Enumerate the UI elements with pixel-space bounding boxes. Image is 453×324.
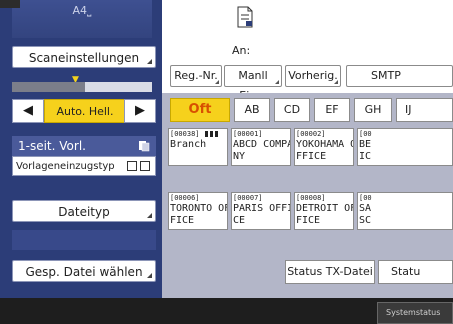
- tab-cd[interactable]: CD: [274, 98, 310, 122]
- empty-slot: [12, 230, 156, 250]
- auto-density-button[interactable]: Auto. Hell.: [44, 99, 126, 123]
- destination-name-line1: BE: [359, 139, 372, 150]
- scan-settings-label: Scaneinstellungen: [28, 51, 140, 65]
- system-status-label: Systemstatus: [386, 308, 441, 317]
- destination-number: [00006]: [170, 194, 200, 202]
- tab-smtp-label: SMTP: [371, 69, 401, 82]
- destination-key[interactable]: [00001] ABCD COMPA NY: [231, 128, 291, 166]
- destination-name-line1: ABCD COMPA: [233, 139, 291, 150]
- darker-button[interactable]: ▶: [124, 99, 156, 123]
- destination-name-line1: TORONTO OF: [170, 203, 228, 214]
- scan-settings-panel: A4⎵ Scaneinstellungen ▼ ◀ Auto. Hell. ▶ …: [0, 0, 162, 298]
- tab-reg-no-label: Reg.-Nr.: [174, 69, 218, 82]
- tab-ef-label: EF: [325, 103, 339, 116]
- destination-name-line2: IC: [359, 151, 372, 162]
- status-label: Statu: [391, 265, 421, 278]
- tab-ab[interactable]: AB: [234, 98, 270, 122]
- tab-ab-label: AB: [244, 103, 260, 116]
- destination-number: [00008]: [296, 194, 326, 202]
- to-label: An:: [232, 44, 251, 57]
- tab-cd-label: CD: [283, 103, 301, 116]
- paper-size-label: A4⎵: [12, 0, 152, 38]
- destination-name-line2: NY: [233, 151, 246, 162]
- destination-header: An:: [162, 0, 453, 60]
- document-icon: [237, 6, 253, 28]
- feed-icon-1: [127, 161, 137, 171]
- density-level-fill: [12, 82, 85, 92]
- auto-density-label: Auto. Hell.: [56, 105, 114, 118]
- destination-number: [00001]: [233, 130, 263, 138]
- system-status-button[interactable]: Systemstatus: [377, 302, 453, 324]
- tab-previous[interactable]: Vorherig.: [285, 65, 341, 87]
- original-settings-block[interactable]: 1-seit. Vorl. Vorlageneinzugstyp: [12, 136, 156, 176]
- destination-key[interactable]: [00038] Branch: [168, 128, 228, 166]
- corner-triangle-icon: [147, 213, 152, 218]
- tab-smtp[interactable]: SMTP: [346, 65, 453, 87]
- tab-manual-entry[interactable]: Manll Eing.: [224, 65, 282, 102]
- tab-ef[interactable]: EF: [314, 98, 350, 122]
- destination-key[interactable]: [00002] YOKOHAMA O FFICE: [294, 128, 354, 166]
- destination-number: [00038]: [170, 130, 200, 138]
- feed-icon-2: [140, 161, 150, 171]
- corner-triangle-icon: [147, 273, 152, 278]
- destination-name-line2: FICE: [170, 215, 195, 226]
- density-bar: [12, 82, 152, 92]
- destination-name-line2: CE: [233, 215, 246, 226]
- tab-ij-label: IJ: [405, 103, 412, 116]
- destination-key[interactable]: [00 BE IC: [357, 128, 453, 166]
- destination-name-line1: Branch: [170, 139, 207, 150]
- tab-reg-no[interactable]: Reg.-Nr.: [170, 65, 222, 87]
- scan-settings-button[interactable]: Scaneinstellungen: [12, 46, 156, 68]
- destination-number: [00002]: [296, 130, 326, 138]
- corner-triangle-icon: [275, 80, 279, 84]
- destination-name-line1: DETROIT OF: [296, 203, 354, 214]
- status-tx-file-button[interactable]: Status TX-Datei: [285, 260, 375, 284]
- corner-icon: [0, 0, 20, 8]
- tab-gh-label: GH: [364, 103, 382, 116]
- destination-name-line1: SA: [359, 203, 372, 214]
- destination-key[interactable]: [00008] DETROIT OF FICE: [294, 192, 354, 230]
- duplex-icon: [139, 141, 150, 152]
- original-feed-label: Vorlageneinzugstyp: [16, 161, 115, 172]
- tab-gh[interactable]: GH: [354, 98, 392, 122]
- file-type-button[interactable]: Dateityp: [12, 200, 156, 222]
- file-type-label: Dateityp: [58, 205, 110, 219]
- tab-ij[interactable]: IJ: [396, 98, 453, 122]
- original-feed-type-button[interactable]: Vorlageneinzugstyp: [12, 156, 156, 176]
- destination-number: [00: [359, 194, 372, 202]
- right-arrow-icon: ▶: [135, 103, 145, 118]
- scanner-screen: A4⎵ Scaneinstellungen ▼ ◀ Auto. Hell. ▶ …: [0, 0, 453, 324]
- status-button[interactable]: Statu: [378, 260, 453, 284]
- corner-triangle-icon: [334, 80, 338, 84]
- destination-number: [00007]: [233, 194, 263, 202]
- tab-previous-label: Vorherig.: [288, 69, 338, 82]
- tab-frequent-label: Oft: [188, 102, 212, 117]
- select-stored-file-label: Gesp. Datei wählen: [25, 265, 143, 279]
- lighter-button[interactable]: ◀: [12, 99, 44, 123]
- destination-key[interactable]: [00007] PARIS OFFI CE: [231, 192, 291, 230]
- destination-name-line1: PARIS OFFI: [233, 203, 291, 214]
- destination-key[interactable]: [00006] TORONTO OF FICE: [168, 192, 228, 230]
- original-side-label: 1-seit. Vorl.: [18, 139, 86, 153]
- destination-name-line2: FFICE: [296, 151, 327, 162]
- destination-name-line2: FICE: [296, 215, 321, 226]
- corner-triangle-icon: [147, 59, 152, 64]
- destination-key[interactable]: [00 SA SC: [357, 192, 453, 230]
- status-tx-file-label: Status TX-Datei: [287, 265, 373, 278]
- destination-name-line2: SC: [359, 215, 372, 226]
- select-stored-file-button[interactable]: Gesp. Datei wählen: [12, 260, 156, 282]
- left-arrow-icon: ◀: [23, 103, 33, 118]
- corner-triangle-icon: [215, 80, 219, 84]
- destination-name-line1: YOKOHAMA O: [296, 139, 354, 150]
- group-icon: [205, 131, 218, 137]
- tab-frequent[interactable]: Oft: [170, 98, 230, 122]
- destination-number: [00: [359, 130, 372, 138]
